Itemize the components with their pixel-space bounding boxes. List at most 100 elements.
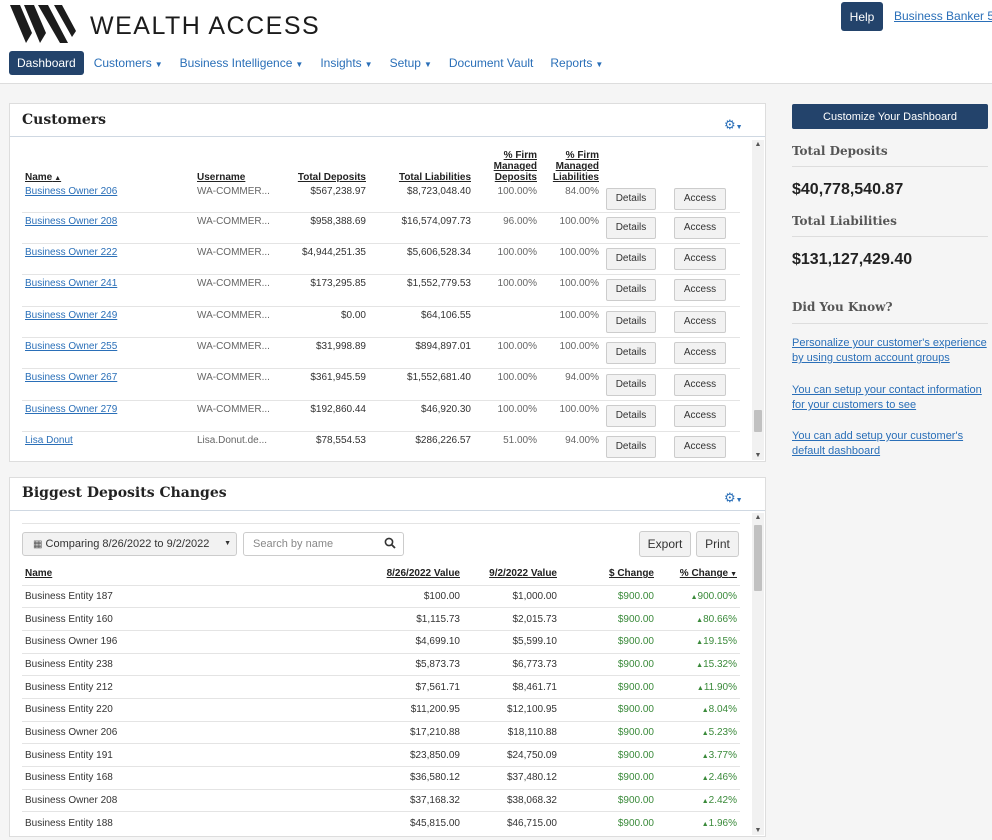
search-input[interactable] xyxy=(243,532,404,556)
scroll-up-icon[interactable]: ▲ xyxy=(752,141,764,148)
search-icon[interactable] xyxy=(384,537,396,549)
nav-business-intelligence[interactable]: Business Intelligence ▼ xyxy=(180,56,304,70)
customer-name-link[interactable]: Business Owner 206 xyxy=(25,186,117,197)
access-button[interactable]: Access xyxy=(673,342,727,365)
customer-firm-deposits: 51.00% xyxy=(474,431,540,460)
dollar-change: $900.00 xyxy=(560,697,657,722)
customers-table-wrap: Name ▲ Username Total Deposits Total Lia… xyxy=(22,140,740,460)
deposits-divider xyxy=(10,510,765,511)
after-value: $2,015.73 xyxy=(463,607,560,631)
access-button[interactable]: Access xyxy=(673,216,727,239)
nav-dashboard[interactable]: Dashboard xyxy=(9,51,84,75)
after-value: $24,750.09 xyxy=(463,743,560,767)
col-firm-liabilities[interactable]: % Firm Managed Liabilities xyxy=(540,140,602,186)
details-button[interactable]: Details xyxy=(605,187,657,210)
col-before-value[interactable]: 8/26/2022 Value xyxy=(292,563,463,585)
customers-settings-gear-icon[interactable]: ⚙▼ xyxy=(724,117,743,133)
details-button[interactable]: Details xyxy=(605,248,657,271)
nav-reports[interactable]: Reports ▼ xyxy=(550,56,603,70)
total-liabilities-label: Total Liabilities xyxy=(792,214,897,228)
table-row: Business Owner 255 WA-COMMER... $31,998.89… xyxy=(22,337,740,370)
col-dollar-change[interactable]: $ Change xyxy=(560,563,657,585)
pct-change: ▲1.96% xyxy=(657,811,740,835)
export-button[interactable]: Export xyxy=(639,531,691,557)
scroll-up-icon[interactable]: ▲ xyxy=(752,514,764,521)
entity-name: Business Entity 191 xyxy=(22,743,292,767)
nav-document-vault[interactable]: Document Vault xyxy=(449,56,534,70)
date-range-label: Comparing 8/26/2022 to 9/2/2022 xyxy=(45,538,210,550)
customer-total-deposits: $192,860.44 xyxy=(284,400,369,433)
details-button[interactable]: Details xyxy=(605,436,657,459)
scroll-down-icon[interactable]: ▼ xyxy=(752,827,764,834)
nav-customers[interactable]: Customers ▼ xyxy=(94,56,163,70)
customer-total-liabilities: $5,606,528.34 xyxy=(369,243,474,276)
deposits-table: Name 8/26/2022 Value 9/2/2022 Value $ Ch… xyxy=(22,563,740,835)
details-button[interactable]: Details xyxy=(605,310,657,333)
details-button[interactable]: Details xyxy=(605,342,657,365)
col-dep-name[interactable]: Name xyxy=(22,563,292,585)
table-row: Business Entity 191 $23,850.09 $24,750.09 $… xyxy=(22,743,740,767)
details-button[interactable]: Details xyxy=(605,373,657,396)
col-after-value[interactable]: 9/2/2022 Value xyxy=(463,563,560,585)
access-button[interactable]: Access xyxy=(673,436,727,459)
customer-firm-deposits: 100.00% xyxy=(474,337,540,370)
customer-name-link[interactable]: Business Owner 208 xyxy=(25,216,117,227)
customer-firm-liabilities: 100.00% xyxy=(540,337,602,370)
up-arrow-icon: ▲ xyxy=(690,593,698,601)
table-row: Business Owner 206 WA-COMMER... $567,238.9… xyxy=(22,186,740,213)
before-value: $4,699.10 xyxy=(292,629,463,654)
deposits-settings-gear-icon[interactable]: ⚙▼ xyxy=(724,490,743,506)
pct-change: ▲11.90% xyxy=(657,675,740,699)
deposits-scrollbar[interactable]: ▲ ▼ xyxy=(752,513,764,835)
user-label: Business Banker 5 xyxy=(894,9,992,23)
help-button[interactable]: Help xyxy=(841,2,883,31)
details-button[interactable]: Details xyxy=(605,405,657,428)
customer-name-link[interactable]: Business Owner 267 xyxy=(25,372,117,383)
col-pct-change[interactable]: % Change ▼ xyxy=(657,563,740,585)
before-value: $11,200.95 xyxy=(292,697,463,722)
col-total-liabilities[interactable]: Total Liabilities xyxy=(369,140,474,186)
before-value: $5,873.73 xyxy=(292,652,463,676)
tip-link-default-dashboard[interactable]: You can add setup your customer's defaul… xyxy=(792,429,988,459)
access-button[interactable]: Access xyxy=(673,279,727,302)
nav-label: Business Intelligence xyxy=(179,56,293,70)
date-range-select[interactable]: ▦ Comparing 8/26/2022 to 9/2/2022 ▼ xyxy=(22,532,237,556)
scroll-thumb[interactable] xyxy=(754,410,762,432)
access-button[interactable]: Access xyxy=(673,187,727,210)
before-value: $37,168.32 xyxy=(292,788,463,812)
customer-name-link[interactable]: Lisa Donut xyxy=(25,435,73,446)
pct-change-value: 2.46% xyxy=(708,772,737,784)
tip-link-contact-info[interactable]: You can setup your contact information f… xyxy=(792,383,988,413)
details-button[interactable]: Details xyxy=(605,216,657,239)
scroll-thumb[interactable] xyxy=(754,525,762,591)
nav-insights[interactable]: Insights ▼ xyxy=(320,56,372,70)
customer-name-link[interactable]: Business Owner 255 xyxy=(25,341,117,352)
customer-name-link[interactable]: Business Owner 241 xyxy=(25,278,117,289)
scroll-down-icon[interactable]: ▼ xyxy=(752,452,764,459)
details-button[interactable]: Details xyxy=(605,279,657,302)
customer-name-link[interactable]: Business Owner 222 xyxy=(25,247,117,258)
access-button[interactable]: Access xyxy=(673,373,727,396)
col-total-deposits[interactable]: Total Deposits xyxy=(284,140,369,186)
nav-setup[interactable]: Setup ▼ xyxy=(390,56,432,70)
access-button[interactable]: Access xyxy=(673,310,727,333)
customers-scrollbar[interactable]: ▲ ▼ xyxy=(752,140,764,460)
tip-link-account-groups[interactable]: Personalize your customer's experience b… xyxy=(792,336,988,366)
col-name[interactable]: Name ▲ xyxy=(22,140,194,186)
customize-dashboard-button[interactable]: Customize Your Dashboard xyxy=(792,104,988,129)
print-button[interactable]: Print xyxy=(696,531,739,557)
total-liabilities-value: $131,127,429.40 xyxy=(792,251,913,268)
col-firm-deposits[interactable]: % Firm Managed Deposits xyxy=(474,140,540,186)
customer-name-link[interactable]: Business Owner 249 xyxy=(25,310,117,321)
access-button[interactable]: Access xyxy=(673,405,727,428)
customer-total-liabilities: $894,897.01 xyxy=(369,337,474,370)
user-menu[interactable]: Business Banker 5▼ xyxy=(894,9,992,23)
customer-firm-liabilities: 94.00% xyxy=(540,368,602,401)
access-button[interactable]: Access xyxy=(673,248,727,271)
col-username[interactable]: Username xyxy=(194,140,284,186)
table-row: Business Owner 267 WA-COMMER... $361,945.5… xyxy=(22,368,740,401)
entity-name: Business Owner 208 xyxy=(22,788,292,812)
customer-name-link[interactable]: Business Owner 279 xyxy=(25,404,117,415)
wealth-access-logo xyxy=(10,5,76,43)
table-row: Business Entity 187 $100.00 $1,000.00 $900.… xyxy=(22,584,740,608)
